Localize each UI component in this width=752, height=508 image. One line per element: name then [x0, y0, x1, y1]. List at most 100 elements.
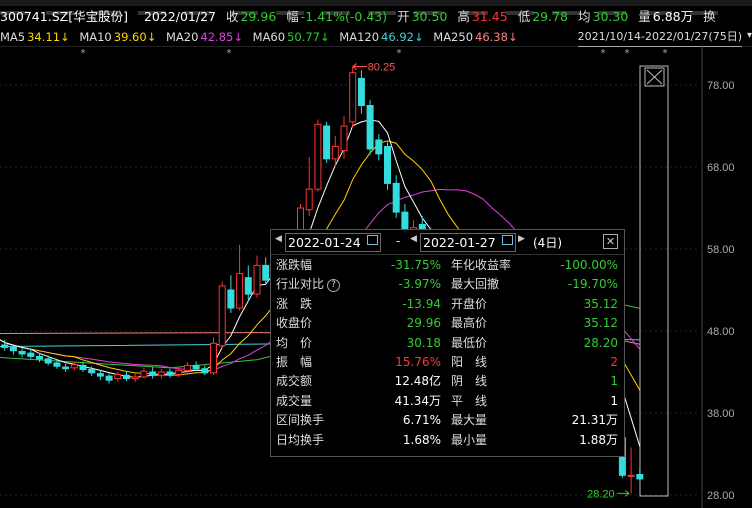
candle-body	[157, 371, 165, 376]
help-icon[interactable]: ?	[327, 279, 341, 293]
close-icon[interactable]	[646, 69, 663, 85]
candle-body	[36, 355, 43, 360]
close-panel-icon[interactable]: ✕	[603, 234, 618, 249]
high-label: 高	[457, 9, 470, 24]
start-date: 2022-01-24	[288, 235, 361, 250]
avg-label: 均	[577, 9, 591, 24]
chevron-down-icon[interactable]: ▾	[747, 30, 752, 41]
star-markers: * * * * * *	[81, 48, 668, 59]
candle-body	[88, 369, 96, 374]
low-value: 29.78	[532, 9, 568, 24]
date-separator: -	[396, 234, 401, 248]
high-value: 31.45	[471, 9, 508, 24]
stats-row: 成交量 41.34万平 线 1	[271, 392, 624, 411]
candle-body	[305, 188, 313, 211]
candle-body	[166, 371, 174, 375]
avg-value: 30.30	[592, 9, 629, 24]
candlestick	[166, 368, 174, 378]
candle-body	[244, 277, 252, 295]
prev-end-date-icon[interactable]: ◀	[410, 234, 417, 244]
candlestick	[105, 373, 113, 384]
stat-value: 29.96	[406, 316, 441, 331]
panel-header: ◀ 2022-01-24 - ◀ 2022-01-27 ▶ (4日) ✕	[271, 230, 624, 255]
candle-body	[1, 344, 9, 348]
low-arrow-icon	[617, 489, 630, 497]
date-range-selector[interactable]: 2021/10/14-2022/01/27(75日)	[577, 28, 742, 47]
candlestick	[349, 66, 357, 128]
stat-label: 成交额	[276, 374, 313, 389]
stat-value: 6.71%	[402, 413, 441, 428]
ma10-label[interactable]: MA10	[79, 30, 111, 44]
next-end-date-icon[interactable]: ▶	[518, 234, 525, 244]
candle-body	[227, 289, 235, 309]
candlestick	[62, 363, 70, 372]
candlestick	[157, 368, 165, 379]
candle-body	[62, 366, 70, 370]
candlestick	[201, 365, 209, 376]
volume-label: 量	[638, 9, 651, 24]
candlestick	[262, 257, 270, 284]
candle-body	[384, 146, 391, 184]
stat-value: -31.75%	[390, 258, 441, 272]
open-value: 30.50	[411, 9, 448, 24]
candle-body	[392, 182, 400, 213]
candle-body	[105, 375, 113, 381]
candle-body	[349, 72, 357, 123]
calendar-icon[interactable]	[367, 235, 378, 245]
stat-value: 30.18	[406, 335, 441, 350]
stat-value: 15.76%	[395, 354, 441, 369]
price-axis: 78.00 68.00 58.00 48.00 38.00 28.00	[707, 80, 735, 502]
stat-label: 最大量	[451, 413, 488, 428]
stat-label: 日均换手	[276, 432, 325, 447]
candle-body	[340, 125, 348, 152]
stat-label: 阳 线	[451, 354, 488, 369]
candlestick	[323, 121, 331, 163]
stat-value: 2	[610, 354, 618, 369]
candlestick	[114, 372, 122, 382]
axis-tick-label: 58.00	[707, 244, 735, 256]
stats-row: 日均换手 1.68% 最小量 1.88万	[271, 431, 624, 450]
stat-label: 最小量	[451, 432, 488, 447]
candlestick	[375, 134, 383, 161]
ma120-label[interactable]: MA120	[339, 30, 379, 44]
stat-value: 1	[610, 374, 618, 389]
stat-label: 最高价	[451, 316, 488, 331]
candle-body	[323, 125, 331, 160]
stat-value: 1.88万	[579, 432, 618, 447]
stats-row: 区间换手 6.71% 最大量 21.31万	[271, 411, 624, 430]
stat-label-text: 行业对比	[276, 277, 325, 292]
candlestick	[305, 157, 313, 217]
axis-tick-label: 48.00	[707, 326, 735, 338]
calendar-icon[interactable]	[502, 235, 513, 245]
ma250-label[interactable]: MA250	[433, 30, 473, 44]
stat-label: 平 线	[451, 393, 488, 408]
selection-rect[interactable]	[639, 65, 669, 497]
stock-code[interactable]: 300741.SZ[华宝股份]	[0, 9, 128, 24]
stat-label: 阴 线	[451, 374, 488, 389]
stats-row: 成交额 12.48亿阴 线 1	[271, 372, 624, 391]
stat-value: 1	[610, 393, 618, 408]
ma5-label[interactable]: MA5	[0, 30, 25, 44]
interval-selection-box[interactable]	[639, 65, 669, 497]
candlestick	[131, 372, 139, 382]
ma60-label[interactable]: MA60	[253, 30, 285, 44]
candle-body	[201, 368, 209, 374]
candlestick	[18, 348, 26, 358]
candle-body	[149, 371, 157, 376]
candle-body	[253, 264, 261, 295]
candlestick	[123, 372, 130, 382]
candle-body	[366, 105, 374, 150]
prev-start-date-icon[interactable]: ◀	[275, 234, 282, 244]
ma20-label[interactable]: MA20	[166, 30, 198, 44]
candle-body	[218, 285, 226, 347]
candle-body	[314, 123, 322, 190]
axis-tick-label: 78.00	[707, 80, 735, 92]
stat-label: 行业对比?	[276, 275, 341, 294]
axis-tick-label: 68.00	[707, 162, 735, 174]
candle-body	[192, 364, 200, 370]
candle-body	[375, 139, 383, 155]
candlestick	[314, 119, 322, 192]
close-value: 29.96	[240, 9, 277, 24]
candlestick	[210, 337, 217, 376]
candle-body	[262, 264, 270, 281]
